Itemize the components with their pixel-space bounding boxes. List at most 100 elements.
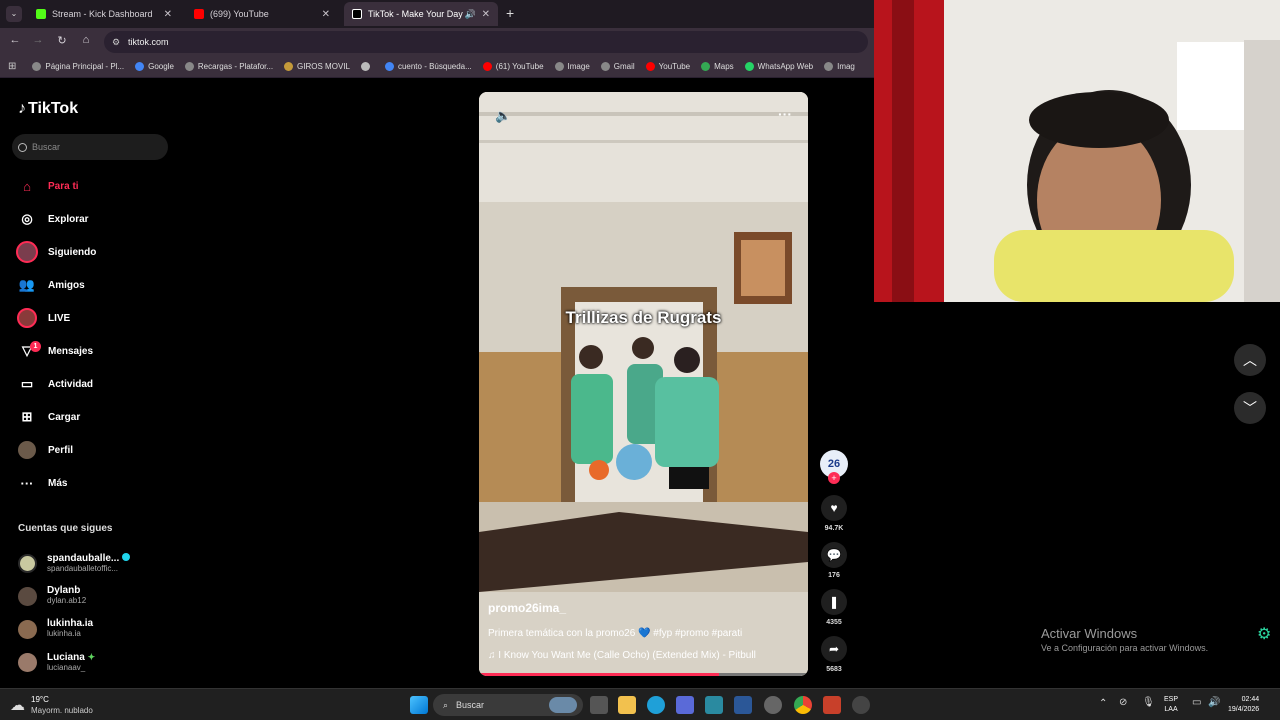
- nav-explorar[interactable]: ◎ Explorar: [16, 206, 176, 232]
- following-account[interactable]: lukinha.ia lukinha.ia: [18, 614, 178, 644]
- video-username[interactable]: promo26ima_: [488, 601, 566, 615]
- photos-app-icon[interactable]: [705, 696, 723, 714]
- tiktok-logo[interactable]: ♪ TikTok: [18, 100, 78, 118]
- windows-start-icon[interactable]: [410, 696, 428, 714]
- home-icon[interactable]: ⌂: [78, 34, 94, 46]
- edge-icon[interactable]: [647, 696, 665, 714]
- following-account[interactable]: Luciana ✦ lucianaav_: [18, 647, 178, 677]
- next-video-button[interactable]: ﹀: [1234, 392, 1266, 424]
- bookmark-label: (61) YouTube: [495, 62, 544, 71]
- bookmark-favicon-icon: [600, 62, 610, 71]
- account-name: Dylanb: [47, 585, 81, 596]
- bookmark-item[interactable]: (61) YouTube: [482, 62, 544, 71]
- close-icon[interactable]: ✕: [164, 9, 172, 20]
- new-tab-button[interactable]: +: [506, 5, 514, 21]
- bookmark-item[interactable]: Maps: [701, 62, 734, 71]
- nav-perfil[interactable]: Perfil: [16, 437, 176, 463]
- back-icon[interactable]: ←: [7, 34, 23, 46]
- bookmark-item[interactable]: Gmail: [600, 62, 635, 71]
- bookmark-item[interactable]: Image: [554, 62, 590, 71]
- nav-cargar[interactable]: ⊞ Cargar: [16, 404, 176, 430]
- language-indicator[interactable]: ESP LAA: [1164, 695, 1178, 715]
- nav-actividad[interactable]: ▭ Actividad: [16, 371, 176, 397]
- volume-icon[interactable]: 🔈: [495, 108, 511, 124]
- nav-siguiendo[interactable]: Siguiendo: [16, 239, 176, 265]
- search-highlight-icon: [549, 697, 577, 713]
- recording-app-icon[interactable]: [823, 696, 841, 714]
- bookmark-favicon-icon: [184, 62, 194, 71]
- share-button[interactable]: ➦ 5683: [820, 636, 848, 673]
- audio-playing-icon[interactable]: 🔊: [465, 9, 476, 20]
- word-icon[interactable]: [734, 696, 752, 714]
- account-name: Luciana: [47, 651, 85, 663]
- nav-mensajes[interactable]: ▽ Mensajes: [16, 338, 176, 364]
- account-handle: spandauballetoffic...: [47, 563, 119, 573]
- close-icon[interactable]: ✕: [322, 9, 330, 20]
- video-overlay-title: Trillizas de Rugrats: [565, 308, 722, 327]
- file-explorer-icon[interactable]: [618, 696, 636, 714]
- account-name: lukinha.ia: [47, 618, 94, 629]
- close-icon[interactable]: ✕: [482, 9, 490, 20]
- nav-para-ti[interactable]: ⌂ Para ti: [16, 173, 176, 199]
- show-hidden-icons[interactable]: ⌃: [1099, 698, 1107, 709]
- clock[interactable]: 02:44 19/4/2026: [1228, 695, 1259, 715]
- tab-kick[interactable]: Stream - Kick Dashboard ✕: [28, 2, 180, 26]
- network-off-icon[interactable]: ⊘: [1119, 697, 1127, 708]
- bookmark-label: WhatsApp Web: [757, 62, 814, 71]
- following-account[interactable]: Dylanb dylan.ab12: [18, 581, 178, 611]
- bookmark-item[interactable]: Imag: [824, 62, 855, 71]
- bookmark-item[interactable]: Página Principal - Pl...: [32, 62, 124, 71]
- forward-icon[interactable]: →: [30, 34, 46, 46]
- previous-video-button[interactable]: ︿: [1234, 344, 1266, 376]
- bookmark-label: Página Principal - Pl...: [45, 62, 125, 71]
- nav-amigos[interactable]: 👥 Amigos: [16, 272, 176, 298]
- save-button[interactable]: ❚ 4355: [820, 589, 848, 626]
- tab-youtube[interactable]: (699) YouTube ✕: [186, 2, 338, 26]
- chevron-up-icon: ︿: [1243, 352, 1257, 368]
- taskbar-search[interactable]: ⌕ Buscar: [433, 694, 583, 716]
- like-button[interactable]: ♥ 94.7K: [820, 495, 848, 532]
- chrome-icon[interactable]: [794, 696, 812, 714]
- site-info-icon[interactable]: ⚙: [112, 37, 120, 48]
- following-avatar-icon: [16, 241, 38, 263]
- following-account[interactable]: spandauballe... spandauballetoffic...: [18, 548, 178, 578]
- bookmark-item[interactable]: YouTube: [645, 62, 690, 71]
- apps-grid-icon[interactable]: ⊞: [8, 61, 16, 72]
- creator-avatar[interactable]: 26 +: [820, 450, 848, 484]
- microphone-icon[interactable]: 🎙: [1142, 697, 1155, 708]
- bookmark-item[interactable]: WhatsApp Web: [744, 62, 814, 71]
- settings-gear-icon[interactable]: ⚙: [1257, 624, 1271, 644]
- video-music[interactable]: ♫ I Know You Want Me (Calle Ocho) (Exten…: [488, 650, 756, 661]
- url-bar[interactable]: ⚙ tiktok.com: [104, 31, 868, 53]
- nav-live[interactable]: LIVE: [16, 305, 176, 331]
- messages-badge: 1: [30, 341, 41, 352]
- volume-icon[interactable]: 🔊: [1208, 697, 1220, 708]
- bookmark-item[interactable]: Recargas - Platafor...: [184, 62, 273, 71]
- bookmark-item[interactable]: [360, 62, 374, 71]
- search-input[interactable]: Buscar: [12, 134, 168, 160]
- following-accounts-title: Cuentas que sigues: [18, 523, 113, 534]
- more-options-icon[interactable]: ···: [778, 106, 792, 122]
- taskbar-search-label: Buscar: [456, 700, 485, 710]
- save-count: 4355: [826, 619, 842, 626]
- bookmark-item[interactable]: Google: [135, 62, 174, 71]
- video-progress-bar[interactable]: [479, 673, 808, 676]
- streaming-app-icon[interactable]: [852, 696, 870, 714]
- settings-icon[interactable]: [764, 696, 782, 714]
- bookmark-item[interactable]: cuento - Búsqueda...: [384, 62, 472, 71]
- tab-search-dropdown[interactable]: ⌄: [6, 6, 22, 22]
- weather-widget[interactable]: ☁ 19°C Mayorm. nublado: [10, 694, 93, 716]
- shield-app-icon[interactable]: [676, 696, 694, 714]
- watermark-subtitle: Ve a Configuración para activar Windows.: [1041, 643, 1209, 653]
- avatar: [18, 586, 37, 606]
- watermark-title: Activar Windows: [1041, 626, 1138, 641]
- tab-tiktok[interactable]: TikTok - Make Your Day 🔊 ✕: [344, 2, 498, 26]
- comment-button[interactable]: 💬 176: [820, 542, 848, 579]
- reload-icon[interactable]: ↻: [54, 34, 70, 47]
- video-player[interactable]: 🔈 ··· Trillizas de Rugrats promo26ima_ P…: [479, 92, 808, 676]
- task-view-icon[interactable]: [590, 696, 608, 714]
- nav-mas[interactable]: ··· Más: [16, 470, 176, 496]
- bookmark-item[interactable]: GIROS MOVIL: [284, 62, 350, 71]
- display-icon[interactable]: ▭: [1192, 697, 1201, 708]
- tab-title: (699) YouTube: [210, 9, 269, 19]
